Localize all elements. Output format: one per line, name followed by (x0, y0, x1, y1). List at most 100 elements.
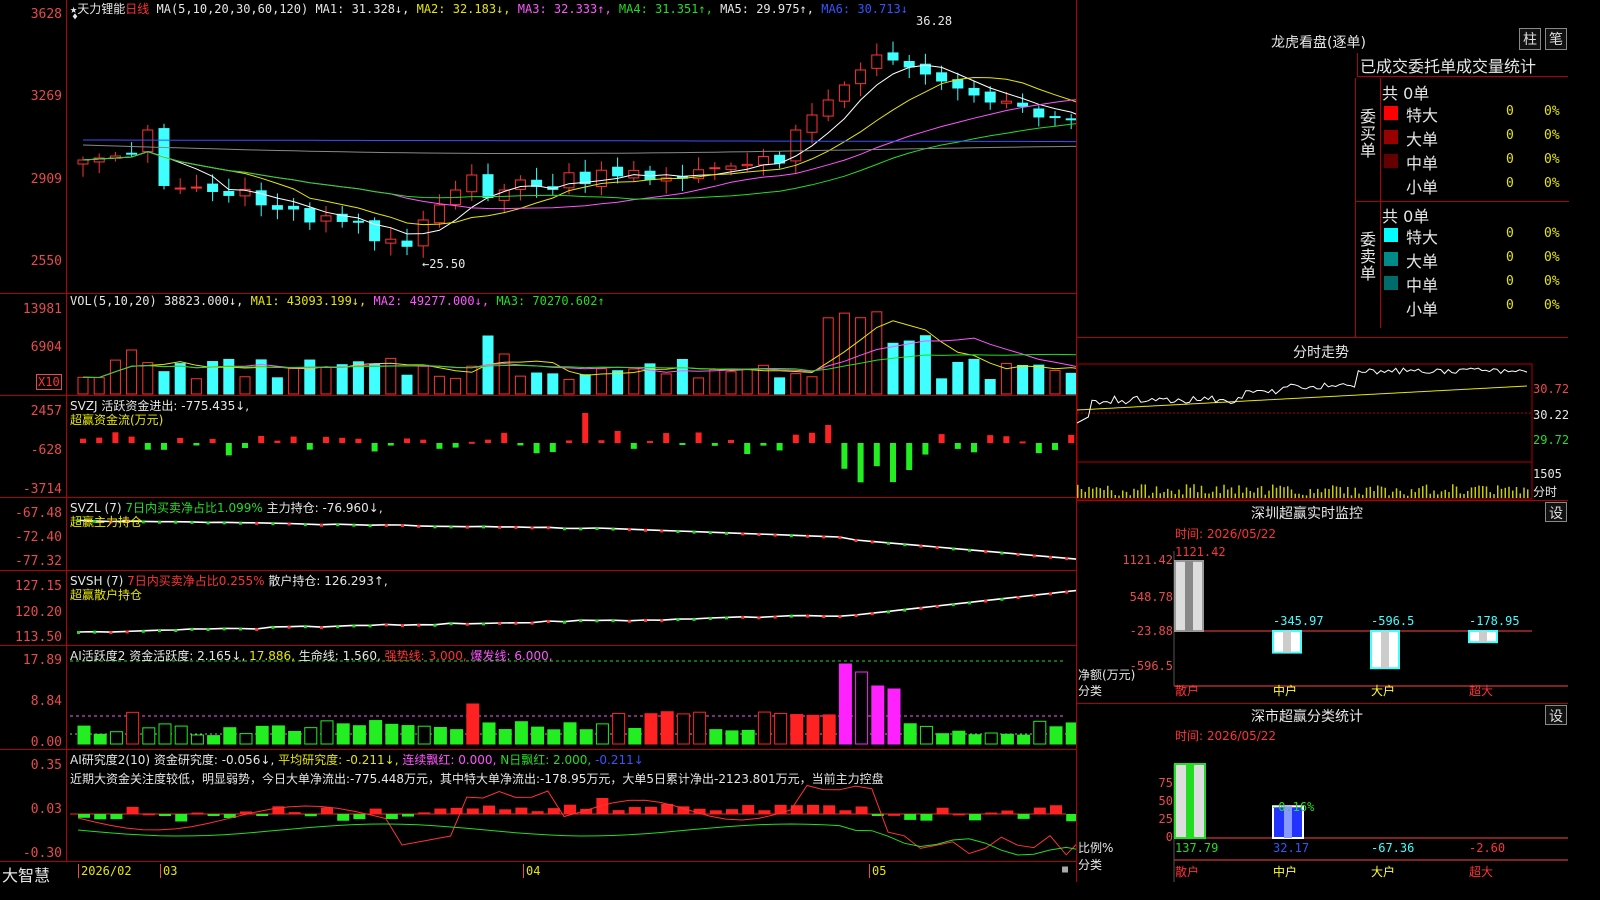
volume-bar (93, 377, 105, 395)
intraday-volume-bar (1095, 487, 1098, 498)
period-label[interactable]: 日线 (125, 2, 149, 16)
activity-bar (109, 731, 123, 745)
activity-bar (595, 723, 609, 745)
volume-bar (774, 377, 786, 395)
volume-chart[interactable] (0, 294, 1076, 396)
retail-holding-line-dot (887, 610, 890, 614)
intraday-volume-bar (1350, 495, 1353, 498)
ai-research-pane[interactable]: 0.35 0.03 -0.30 AI研究度2(10) 资金研究度: -0.056… (0, 750, 1076, 862)
svsh-pane[interactable]: 127.15 120.20 113.50 SVSH (7) 7日内买卖净占比0.… (0, 571, 1076, 646)
activity-bar (579, 729, 593, 745)
main-holding-line-dot (1032, 554, 1036, 558)
fund-flow-bar (1068, 434, 1075, 443)
activity-bar (93, 733, 107, 745)
intraday-volume-bar (1440, 491, 1443, 498)
main-holding-line-dot (401, 524, 404, 528)
classify-value: -67.36 (1371, 841, 1415, 855)
intraday-volume-bar (1504, 487, 1506, 498)
bar-mode-button[interactable]: 柱 (1519, 28, 1541, 50)
main-holding-line-dot (222, 521, 226, 525)
svzj-pane[interactable]: 2457 -628 -3714 SVZJ 活跃资金进出: -775.435↓, … (0, 396, 1076, 498)
intraday-volume-bar (1242, 492, 1244, 498)
date-bar[interactable]: 大智慧 2026/02 03 04 05 ■ (0, 862, 1076, 885)
activity-bar (514, 721, 528, 745)
lhb-panel[interactable]: 龙虎看盘(逐单) 柱 笔 已成交委托单成交量统计 委买单 委卖单 共 0单 共 … (1077, 0, 1569, 338)
retail-holding-line-dot (870, 612, 874, 616)
main-holding-line-dot (579, 527, 583, 531)
intraday-volume-bar (1500, 488, 1503, 498)
monitor-bar-shade (1283, 631, 1291, 653)
ai-active-pane[interactable]: 17.89 8.84 0.00 AI活跃度2 资金活跃度: 2.165↓, 17… (0, 646, 1076, 750)
main-holding-line-dot (708, 531, 712, 535)
retail-holding-line-dot (935, 605, 939, 608)
order-pct: 0% (1544, 152, 1560, 167)
research-bar (1017, 814, 1030, 819)
candle-body (741, 163, 753, 167)
candle-body (174, 187, 186, 190)
candle-body (271, 205, 283, 210)
intraday-volume-bar (1103, 490, 1105, 498)
monitor-bar-shade (1381, 631, 1389, 669)
retail-holding-line-dot (141, 629, 145, 633)
fund-flow-bar (1019, 441, 1026, 444)
volume-bar (952, 361, 964, 395)
volume-bar (660, 373, 672, 395)
volume-bar (919, 335, 931, 395)
price-pane[interactable]: 3628 3269 2909 2550 ★天力锂能日线 MA(5,10,20,3… (0, 0, 1076, 294)
volume-bar (417, 364, 429, 395)
classify-chart[interactable] (1077, 704, 1568, 882)
fund-flow-bar (744, 443, 751, 455)
fund-flow-bar (938, 434, 945, 443)
volume-bar (158, 371, 170, 395)
activity-bar (790, 714, 804, 745)
activity-bar (903, 723, 917, 745)
candle-body (320, 215, 332, 222)
intraday-volume-bar (1137, 490, 1139, 498)
legend-swatch (1384, 106, 1398, 120)
tick-mode-button[interactable]: 笔 (1545, 28, 1567, 50)
order-pct: 0% (1544, 226, 1560, 241)
fund-flow-bar (906, 443, 913, 471)
fund-flow-bar (728, 439, 734, 443)
main-holding-line-dot (741, 532, 745, 536)
activity-bar (806, 714, 820, 745)
research-bar (823, 805, 836, 814)
brand-label[interactable]: 大智慧 (2, 862, 50, 886)
volume-bar (563, 378, 575, 395)
svzl-pane[interactable]: -67.48 -72.40 -77.32 SVZL (7) 7日内买卖净占比1.… (0, 498, 1076, 571)
volume-bar (871, 311, 883, 395)
volume-bar (644, 363, 656, 395)
fund-flow-bar (80, 438, 86, 443)
research-bar (353, 814, 366, 820)
retail-holding-line-dot (320, 626, 323, 630)
retail-holding-line-dot (1065, 590, 1069, 594)
volume-bar (1017, 365, 1029, 395)
intraday-volume-bar (1219, 493, 1221, 498)
order-size-label: 大单 (1406, 130, 1439, 149)
retail-holding-line-dot (854, 614, 858, 617)
activity-bar (336, 723, 350, 745)
intraday-volume-bar (1279, 485, 1281, 498)
classify-panel[interactable]: 深市超赢分类统计 设 时间: 2026/05/22 75 50 25 0 比例%… (1077, 704, 1568, 882)
candle-body (968, 87, 980, 96)
main-holding-line-dot (903, 543, 907, 547)
intraday-chart[interactable] (1077, 338, 1568, 501)
main-holding-line-dot (320, 523, 323, 527)
fund-flow-bar (1035, 443, 1042, 454)
legend-swatch (1384, 228, 1398, 242)
candlestick-chart[interactable] (0, 0, 1076, 294)
lock-icon[interactable]: ■ (1062, 864, 1068, 875)
intraday-volume-bar (1365, 487, 1368, 498)
volume-bar (676, 358, 688, 395)
fund-flow-bar (517, 443, 524, 446)
main-holding-line-dot (595, 527, 599, 530)
intraday-volume-bar (1148, 495, 1150, 498)
intraday-panel[interactable]: 分时走势 30.72 30.22 29.72 1505 分时 (1077, 338, 1569, 501)
intraday-volume-bar (1140, 484, 1143, 498)
intraday-volume-bar (1264, 494, 1266, 498)
volume-pane[interactable]: 13981 6904 X10 VOL(5,10,20) 38823.000↓, … (0, 294, 1076, 396)
monitor-panel[interactable]: 深圳超赢实时监控 设 时间: 2026/05/22 1121.42 548.78… (1077, 501, 1568, 704)
expand-icon[interactable]: ♦ (72, 12, 78, 23)
research-bar (888, 813, 900, 816)
retail-holding-line-dot (109, 631, 113, 635)
